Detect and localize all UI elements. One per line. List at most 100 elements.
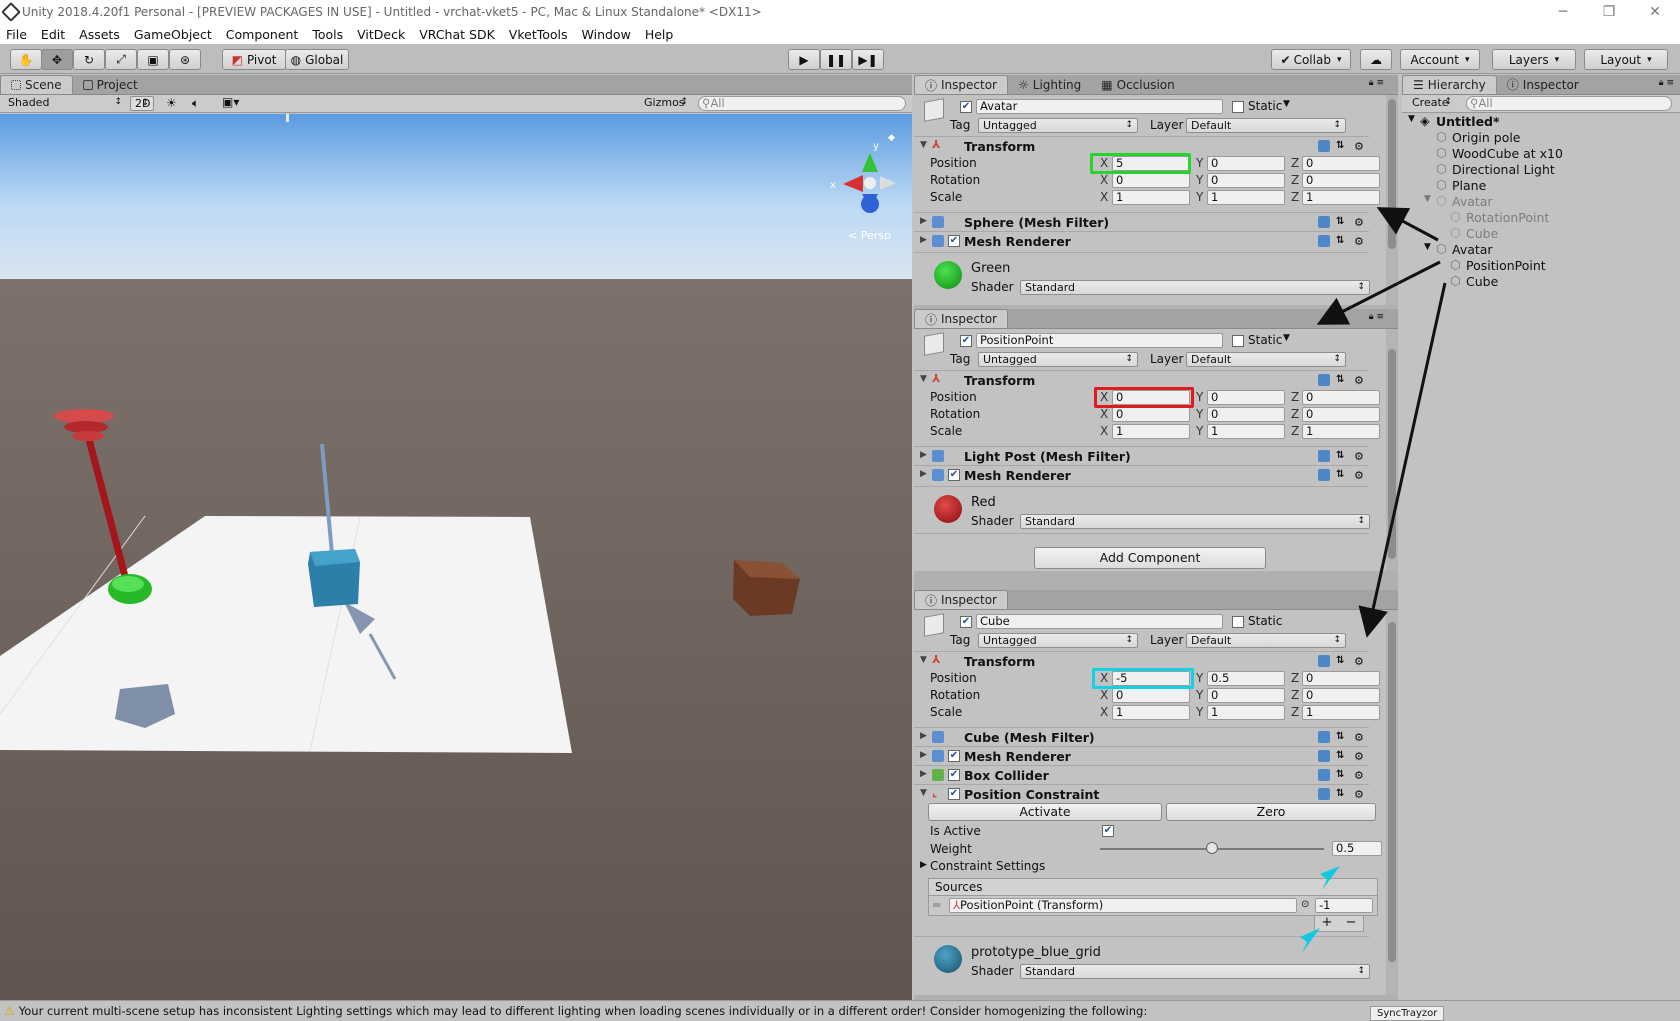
mesh-renderer-enabled-checkbox[interactable]: ✔ (948, 235, 960, 247)
menu-assets[interactable]: Assets (79, 27, 120, 42)
collapse-arrow-icon[interactable]: ▼ (920, 655, 927, 665)
shader-dropdown[interactable]: Standard (1020, 280, 1370, 295)
panel-lock-icon[interactable]: 🔒︎ ≡ (1369, 312, 1384, 322)
position-z-field[interactable]: 0 (1302, 671, 1380, 686)
tab-occlusion[interactable]: ▦ Occlusion (1091, 75, 1184, 94)
expand-arrow-icon[interactable]: ▶ (920, 469, 927, 479)
preset-icon[interactable]: ⇅ (1336, 788, 1348, 800)
collapse-arrow-icon[interactable]: ▼ (920, 788, 927, 798)
move-tool-icon[interactable]: ✥ (41, 49, 73, 70)
weight-slider-knob[interactable] (1206, 842, 1218, 854)
drag-handle-icon[interactable]: ═ (933, 898, 940, 912)
active-checkbox[interactable]: ✔ (960, 101, 972, 113)
close-icon[interactable]: ✕ (1632, 0, 1678, 24)
play-button[interactable]: ▶ (788, 49, 820, 70)
preset-icon[interactable]: ⇅ (1336, 655, 1348, 667)
tag-dropdown[interactable]: Untagged (978, 352, 1138, 367)
scene-root-item[interactable]: Untitled* (1436, 114, 1500, 129)
audio-toggle-icon[interactable]: 🔈︎ (192, 96, 199, 111)
zero-button[interactable]: Zero (1166, 803, 1376, 821)
layer-dropdown[interactable]: Default (1186, 118, 1346, 133)
menu-vrchat-sdk[interactable]: VRChat SDK (419, 27, 495, 42)
tab-lighting[interactable]: ☼ Lighting (1008, 75, 1091, 94)
mesh-renderer-header[interactable]: ▶ ✔ Mesh Renderer ⇅ ⚙ (914, 231, 1369, 249)
panel-lock-icon[interactable]: 🔒︎ ≡ (1369, 78, 1384, 88)
help-icon[interactable] (1318, 235, 1330, 247)
menu-vkettools[interactable]: VketTools (509, 27, 568, 42)
settings-gear-icon[interactable]: ⚙ (1354, 769, 1366, 782)
cloud-icon[interactable]: ☁ (1360, 49, 1392, 70)
persp-label[interactable]: < Persp (848, 229, 891, 242)
expand-arrow-icon[interactable]: ▶ (920, 750, 927, 760)
rotation-x-field[interactable]: 0 (1112, 173, 1190, 188)
expand-arrow-icon[interactable]: ▶ (920, 860, 927, 870)
hierarchy-item-avatar-inactive[interactable]: Avatar (1452, 194, 1493, 209)
tab-inspector[interactable]: ⓘ Inspector (914, 590, 1008, 609)
scale-x-field[interactable]: 1 (1112, 190, 1190, 205)
menu-vitdeck[interactable]: VitDeck (357, 27, 405, 42)
scale-z-field[interactable]: 1 (1302, 424, 1380, 439)
tab-inspector[interactable]: ⓘ Inspector (914, 309, 1008, 328)
preset-icon[interactable]: ⇅ (1336, 450, 1348, 462)
scale-z-field[interactable]: 1 (1302, 190, 1380, 205)
collab-dropdown[interactable]: ✔ Collab (1271, 49, 1351, 70)
preset-icon[interactable]: ⇅ (1336, 769, 1348, 781)
collapse-arrow-icon[interactable]: ▼ (920, 374, 927, 384)
effects-toggle-icon[interactable]: ▣▾ (222, 95, 239, 109)
menu-edit[interactable]: Edit (41, 27, 65, 42)
collapse-arrow-icon[interactable]: ▼ (920, 140, 927, 150)
box-collider-header[interactable]: ▶ ✔ Box Collider ⇅ ⚙ (914, 765, 1369, 783)
rotate-tool-icon[interactable]: ↻ (73, 49, 105, 70)
expand-arrow-icon[interactable]: ▼ (1424, 194, 1431, 204)
rotation-y-field[interactable]: 0 (1207, 173, 1285, 188)
static-dropdown-icon[interactable]: ▼ (1283, 333, 1290, 343)
static-dropdown-icon[interactable]: ▼ (1283, 99, 1290, 109)
mesh-filter-header[interactable]: ▶ Sphere (Mesh Filter) ⇅ ⚙ (914, 212, 1369, 230)
rect-tool-icon[interactable]: ▣ (137, 49, 169, 70)
transform-header[interactable]: ▼ ⅄ Transform ⇅ ⚙ (914, 651, 1369, 669)
scale-tool-icon[interactable]: ⤢ (105, 49, 137, 70)
mesh-filter-header[interactable]: ▶ Cube (Mesh Filter) ⇅ ⚙ (914, 727, 1369, 745)
inspector1-scrollbar[interactable] (1386, 95, 1398, 305)
help-icon[interactable] (1318, 216, 1330, 228)
help-icon[interactable] (1318, 450, 1330, 462)
rotation-z-field[interactable]: 0 (1302, 688, 1380, 703)
scale-x-field[interactable]: 1 (1112, 424, 1190, 439)
preset-icon[interactable]: ⇅ (1336, 235, 1348, 247)
preset-icon[interactable]: ⇅ (1336, 469, 1348, 481)
help-icon[interactable] (1318, 788, 1330, 800)
scale-y-field[interactable]: 1 (1207, 190, 1285, 205)
settings-gear-icon[interactable]: ⚙ (1354, 655, 1366, 668)
mesh-renderer-enabled-checkbox[interactable]: ✔ (948, 750, 960, 762)
step-button[interactable]: ▶❚ (852, 49, 884, 70)
position-z-field[interactable]: 0 (1302, 390, 1380, 405)
rotation-y-field[interactable]: 0 (1207, 407, 1285, 422)
settings-gear-icon[interactable]: ⚙ (1354, 450, 1366, 463)
layer-dropdown[interactable]: Default (1186, 352, 1346, 367)
static-checkbox[interactable] (1232, 335, 1244, 347)
panel-lock-icon[interactable]: 🔒︎ ≡ (1659, 78, 1674, 88)
remove-source-icon[interactable]: − (1346, 916, 1357, 931)
name-field[interactable]: Avatar (976, 99, 1223, 114)
settings-gear-icon[interactable]: ⚙ (1354, 216, 1366, 229)
restore-icon[interactable]: ❐ (1586, 0, 1632, 24)
help-icon[interactable] (1318, 731, 1330, 743)
mesh-renderer-header[interactable]: ▶ ✔ Mesh Renderer ⇅ ⚙ (914, 465, 1369, 483)
pivot-toggle[interactable]: ◩ Pivot (222, 49, 286, 70)
settings-gear-icon[interactable]: ⚙ (1354, 140, 1366, 153)
settings-gear-icon[interactable]: ⚙ (1354, 731, 1366, 744)
gizmos-dropdown[interactable]: Gizmos (640, 96, 692, 111)
expand-arrow-icon[interactable]: ▶ (920, 216, 927, 226)
global-toggle[interactable]: ◍ Global (285, 49, 349, 70)
hierarchy-search-input[interactable]: ⚲All (1466, 96, 1672, 111)
scale-y-field[interactable]: 1 (1207, 705, 1285, 720)
create-dropdown[interactable]: Create (1408, 96, 1456, 111)
add-source-icon[interactable]: + (1322, 916, 1333, 931)
static-checkbox[interactable] (1232, 101, 1244, 113)
menu-component[interactable]: Component (226, 27, 299, 42)
hierarchy-item-directional-light[interactable]: Directional Light (1452, 162, 1555, 177)
position-constraint-header[interactable]: ▼ ⌞ ✔ Position Constraint ⇅ ⚙ (914, 784, 1369, 802)
tab-hierarchy[interactable]: ☰ Hierarchy (1402, 75, 1497, 94)
hierarchy-item-plane[interactable]: Plane (1452, 178, 1486, 193)
help-icon[interactable] (1318, 655, 1330, 667)
